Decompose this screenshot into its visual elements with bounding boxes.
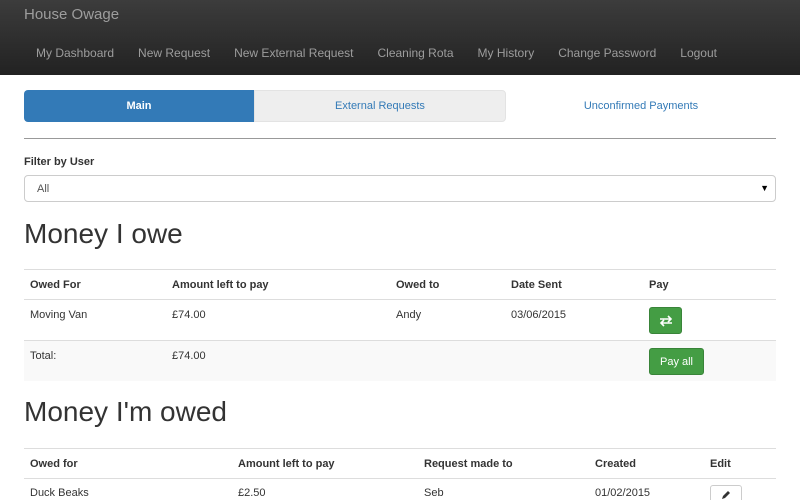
col-header-amount: Amount left to pay: [238, 458, 335, 470]
tab-external-requests[interactable]: External Requests: [254, 90, 506, 122]
pay-all-button[interactable]: Pay all: [649, 348, 704, 375]
filter-label: Filter by User: [24, 156, 95, 168]
table-row: Duck Beaks £2.50 Seb 01/02/2015: [24, 478, 776, 500]
date-sent-cell: 03/06/2015: [511, 309, 567, 321]
col-header-owed-to: Owed to: [396, 279, 440, 291]
nav-menu: My Dashboard New Request New External Re…: [24, 46, 729, 60]
request-made-to-cell: Seb: [424, 487, 444, 499]
brand-title[interactable]: House Owage: [24, 6, 119, 23]
total-amount: £74.00: [172, 350, 206, 362]
owed-for-cell: Duck Beaks: [30, 487, 89, 499]
nav-my-dashboard[interactable]: My Dashboard: [24, 46, 126, 60]
nav-my-history[interactable]: My History: [466, 46, 547, 60]
transfer-icon: [659, 314, 672, 327]
divider: [24, 138, 776, 139]
nav-new-request[interactable]: New Request: [126, 46, 222, 60]
caret-down-icon: ▼: [760, 183, 769, 193]
amount-cell: £74.00: [172, 309, 206, 321]
table-row: Moving Van £74.00 Andy 03/06/2015: [24, 299, 776, 340]
table-header-row: Owed for Amount left to pay Request made…: [24, 448, 776, 478]
total-label: Total:: [30, 350, 57, 362]
money-i-owe-title: Money I owe: [24, 218, 183, 249]
total-row: Total: £74.00 Pay all: [24, 340, 776, 381]
nav-logout[interactable]: Logout: [668, 46, 729, 60]
money-i-owe-table: Owed For Amount left to pay Owed to Date…: [24, 269, 776, 381]
amount-cell: £2.50: [238, 487, 266, 499]
col-header-request-made-to: Request made to: [424, 458, 513, 470]
view-tabs: Main External Requests Unconfirmed Payme…: [24, 90, 776, 122]
navbar: House Owage My Dashboard New Request New…: [0, 0, 800, 75]
col-header-pay: Pay: [649, 279, 669, 291]
nav-cleaning-rota[interactable]: Cleaning Rota: [365, 46, 465, 60]
tab-unconfirmed-payments[interactable]: Unconfirmed Payments: [506, 90, 776, 122]
money-im-owed-title: Money I'm owed: [24, 396, 227, 427]
owed-for-cell: Moving Van: [30, 309, 88, 321]
table-header-row: Owed For Amount left to pay Owed to Date…: [24, 269, 776, 299]
money-im-owed-table: Owed for Amount left to pay Request made…: [24, 448, 776, 500]
col-header-edit: Edit: [710, 458, 731, 470]
col-header-amount: Amount left to pay: [172, 279, 269, 291]
filter-selected-value: All: [37, 182, 50, 195]
col-header-created: Created: [595, 458, 636, 470]
pencil-icon: [722, 491, 730, 499]
col-header-date-sent: Date Sent: [511, 279, 562, 291]
nav-new-external-request[interactable]: New External Request: [222, 46, 365, 60]
pay-button[interactable]: [649, 307, 682, 334]
nav-change-password[interactable]: Change Password: [546, 46, 668, 60]
owed-to-cell: Andy: [396, 309, 422, 321]
col-header-owed-for: Owed for: [30, 458, 78, 470]
filter-user-select[interactable]: All ▼: [24, 175, 776, 202]
edit-button[interactable]: [710, 485, 742, 500]
created-cell: 01/02/2015: [595, 487, 651, 499]
tab-main[interactable]: Main: [24, 90, 254, 122]
col-header-owed-for: Owed For: [30, 279, 81, 291]
